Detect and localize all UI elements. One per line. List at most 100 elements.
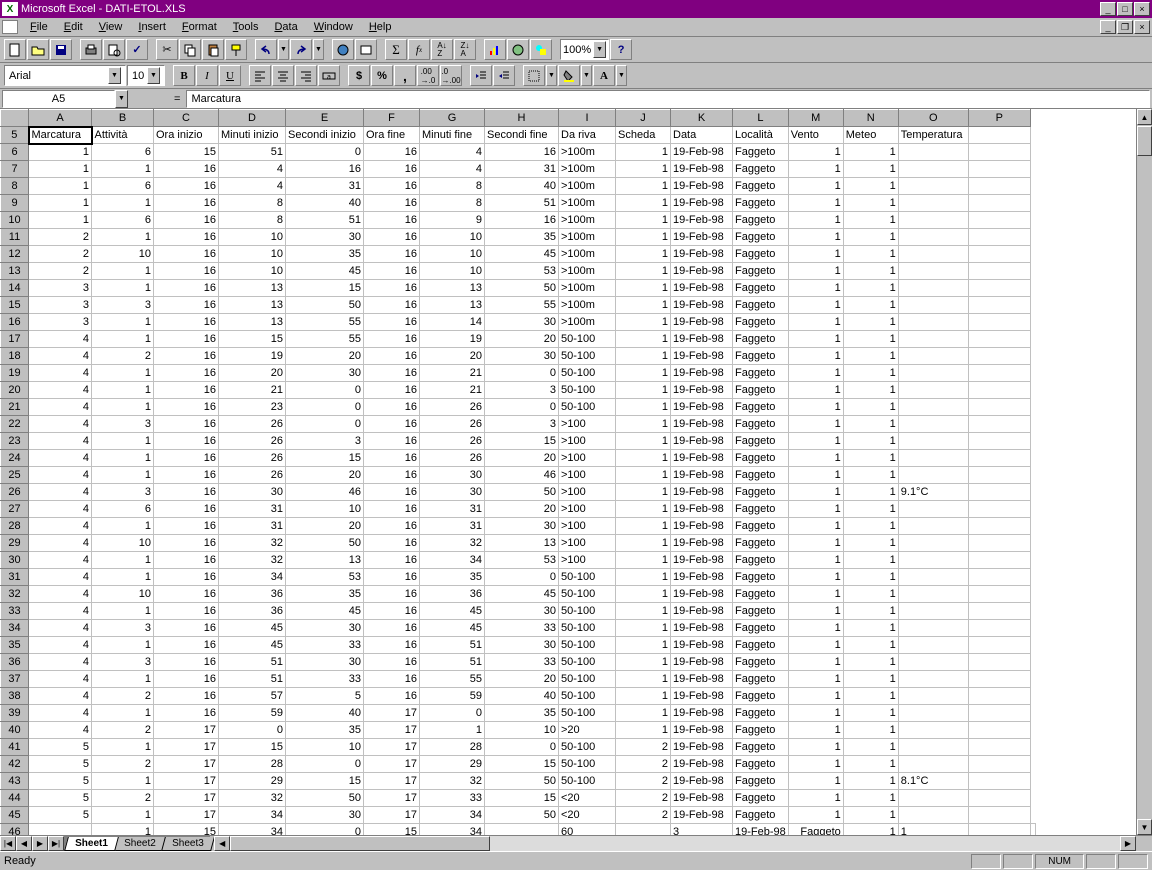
cell-J7[interactable]: 1 (616, 161, 671, 178)
cell-O6[interactable] (898, 144, 968, 161)
cell-H40[interactable]: 10 (485, 722, 559, 739)
row-header-40[interactable]: 40 (1, 722, 29, 739)
cell-N11[interactable]: 1 (843, 229, 898, 246)
cell-E14[interactable]: 15 (286, 280, 364, 297)
cell-O45[interactable] (898, 807, 968, 824)
cell-I43[interactable]: 50-100 (559, 773, 616, 790)
cell-O42[interactable] (898, 756, 968, 773)
cell-A33[interactable]: 4 (29, 603, 92, 620)
cell-K43[interactable]: 19-Feb-98 (671, 773, 733, 790)
name-box[interactable]: A5 (2, 90, 115, 108)
font-color-button[interactable]: A (593, 65, 615, 86)
cell-undefined46[interactable] (1030, 824, 1035, 836)
cell-K42[interactable]: 19-Feb-98 (671, 756, 733, 773)
cell-O25[interactable] (898, 467, 968, 484)
cell-L35[interactable]: Faggeto (733, 637, 789, 654)
cell-P9[interactable] (968, 195, 1030, 212)
cell-J32[interactable]: 1 (616, 586, 671, 603)
cell-C27[interactable]: 16 (154, 501, 219, 518)
cell-I30[interactable]: >100 (559, 552, 616, 569)
cell-M46[interactable]: Faggeto (788, 824, 843, 836)
cell-E6[interactable]: 0 (286, 144, 364, 161)
save-button[interactable] (50, 39, 72, 60)
cell-F12[interactable]: 16 (364, 246, 420, 263)
cell-N28[interactable]: 1 (843, 518, 898, 535)
cell-O27[interactable] (898, 501, 968, 518)
cell-P38[interactable] (968, 688, 1030, 705)
cell-O22[interactable] (898, 416, 968, 433)
cell-L9[interactable]: Faggeto (733, 195, 789, 212)
cell-H16[interactable]: 30 (485, 314, 559, 331)
cell-P27[interactable] (968, 501, 1030, 518)
cell-P7[interactable] (968, 161, 1030, 178)
cell-B13[interactable]: 1 (92, 263, 154, 280)
cell-D31[interactable]: 34 (219, 569, 286, 586)
cell-P21[interactable] (968, 399, 1030, 416)
autosum-button[interactable]: Σ (385, 39, 407, 60)
row-header-6[interactable]: 6 (1, 144, 29, 161)
cell-F11[interactable]: 16 (364, 229, 420, 246)
cell-P36[interactable] (968, 654, 1030, 671)
cell-B37[interactable]: 1 (92, 671, 154, 688)
cell-B18[interactable]: 2 (92, 348, 154, 365)
cell-K46[interactable]: 3 (671, 824, 733, 836)
currency-button[interactable]: $ (348, 65, 370, 86)
cell-O35[interactable] (898, 637, 968, 654)
cell-H15[interactable]: 55 (485, 297, 559, 314)
cell-A25[interactable]: 4 (29, 467, 92, 484)
row-header-38[interactable]: 38 (1, 688, 29, 705)
cell-M35[interactable]: 1 (788, 637, 843, 654)
underline-button[interactable]: U (219, 65, 241, 86)
cell-I29[interactable]: >100 (559, 535, 616, 552)
cell-J42[interactable]: 2 (616, 756, 671, 773)
cell-F17[interactable]: 16 (364, 331, 420, 348)
cell-B31[interactable]: 1 (92, 569, 154, 586)
percent-button[interactable]: % (371, 65, 393, 86)
cell-H7[interactable]: 31 (485, 161, 559, 178)
cell-K12[interactable]: 19-Feb-98 (671, 246, 733, 263)
cell-E40[interactable]: 35 (286, 722, 364, 739)
cell-K7[interactable]: 19-Feb-98 (671, 161, 733, 178)
cell-G33[interactable]: 45 (420, 603, 485, 620)
cell-H23[interactable]: 15 (485, 433, 559, 450)
col-header-L[interactable]: L (733, 110, 789, 127)
cell-A34[interactable]: 4 (29, 620, 92, 637)
cell-K28[interactable]: 19-Feb-98 (671, 518, 733, 535)
cell-G31[interactable]: 35 (420, 569, 485, 586)
cell-F5[interactable]: Ora fine (364, 127, 420, 144)
cell-J22[interactable]: 1 (616, 416, 671, 433)
cell-C32[interactable]: 16 (154, 586, 219, 603)
cell-O44[interactable] (898, 790, 968, 807)
cell-G43[interactable]: 32 (420, 773, 485, 790)
cell-P15[interactable] (968, 297, 1030, 314)
cell-I11[interactable]: >100m (559, 229, 616, 246)
cell-A13[interactable]: 2 (29, 263, 92, 280)
cell-E10[interactable]: 51 (286, 212, 364, 229)
cell-E43[interactable]: 15 (286, 773, 364, 790)
cell-E7[interactable]: 16 (286, 161, 364, 178)
cell-K9[interactable]: 19-Feb-98 (671, 195, 733, 212)
cell-M25[interactable]: 1 (788, 467, 843, 484)
cell-L44[interactable]: Faggeto (733, 790, 789, 807)
redo-dropdown[interactable]: ▼ (313, 39, 324, 60)
cell-D8[interactable]: 4 (219, 178, 286, 195)
cell-F7[interactable]: 16 (364, 161, 420, 178)
cell-C6[interactable]: 15 (154, 144, 219, 161)
cell-O31[interactable] (898, 569, 968, 586)
row-header-33[interactable]: 33 (1, 603, 29, 620)
cell-E21[interactable]: 0 (286, 399, 364, 416)
cell-C29[interactable]: 16 (154, 535, 219, 552)
scroll-up-button[interactable]: ▲ (1137, 109, 1152, 125)
cell-I38[interactable]: 50-100 (559, 688, 616, 705)
cell-P44[interactable] (968, 790, 1030, 807)
menu-file[interactable]: File (22, 19, 56, 35)
cell-D10[interactable]: 8 (219, 212, 286, 229)
cell-F22[interactable]: 16 (364, 416, 420, 433)
cell-I31[interactable]: 50-100 (559, 569, 616, 586)
cell-F26[interactable]: 16 (364, 484, 420, 501)
cell-M23[interactable]: 1 (788, 433, 843, 450)
cell-H17[interactable]: 20 (485, 331, 559, 348)
cell-C8[interactable]: 16 (154, 178, 219, 195)
row-header-21[interactable]: 21 (1, 399, 29, 416)
cell-G16[interactable]: 14 (420, 314, 485, 331)
